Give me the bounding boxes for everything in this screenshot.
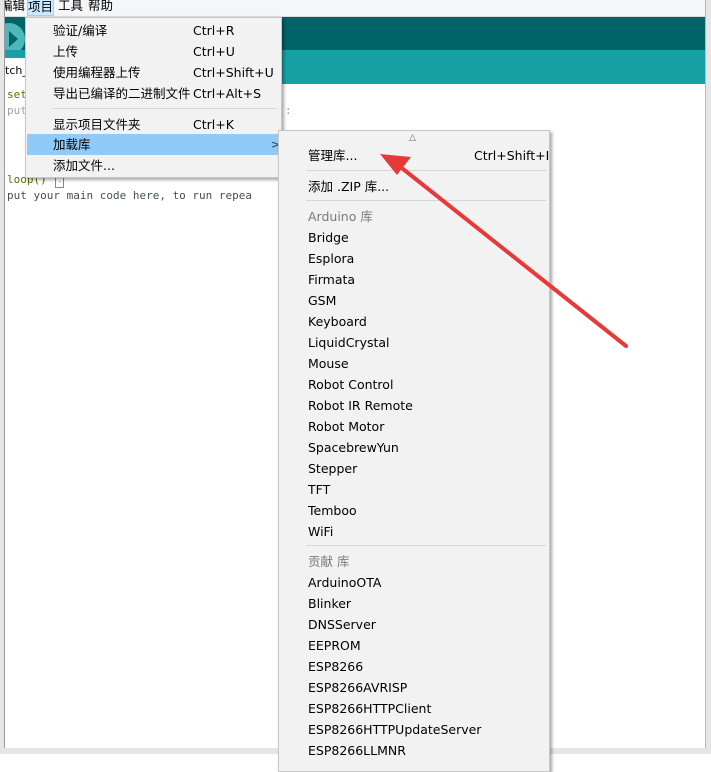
library-item[interactable]: Blinker [280,593,548,614]
menu-separator [306,170,546,171]
library-item-label: DNSServer [308,617,376,632]
menu-item-shortcut: Ctrl+U [193,44,235,59]
menu-item-upload[interactable]: 上传 Ctrl+U [27,41,280,62]
menu-item-include-library[interactable]: 加载库 > [27,134,280,155]
fold-icon[interactable]: - [55,177,65,188]
menu-item-show-folder[interactable]: 显示项目文件夹 Ctrl+K [27,114,280,135]
menu-project[interactable]: 项目 [27,0,55,16]
library-item-label: LiquidCrystal [308,335,390,350]
library-item[interactable]: Esplora [280,248,548,269]
section-header-label: Arduino 库 [308,209,373,224]
window-frame-right [706,0,711,754]
section-header-label: 贡献 库 [308,554,350,569]
menu-item-label: 添加 .ZIP 库... [308,179,390,194]
library-item[interactable]: SpacebrewYun [280,437,548,458]
code-line-setup: set [7,88,27,101]
library-item-label: TFT [308,482,331,497]
menu-tools[interactable]: 工具 [58,0,83,14]
library-item[interactable]: Firmata [280,269,548,290]
library-item-label: ArduinoOTA [308,575,382,590]
library-item[interactable]: ESP8266LLMNR [280,740,548,761]
menu-item-label: 添加文件... [53,158,115,173]
menu-item-shortcut: Ctrl+Alt+S [193,86,262,101]
library-item-label: Robot IR Remote [308,398,413,413]
project-menu: 验证/编译 Ctrl+R 上传 Ctrl+U 使用编程器上传 Ctrl+Shif… [25,17,282,178]
library-item[interactable]: WiFi [280,521,548,542]
library-item[interactable]: Robot Motor [280,416,548,437]
library-item[interactable]: ESP8266AVRISP [280,677,548,698]
menu-item-add-file[interactable]: 添加文件... [27,155,280,176]
sketch-tab[interactable]: tch_ [5,58,27,84]
library-item-label: ESP8266 [308,659,364,674]
library-item-label: Blinker [308,596,352,611]
library-item[interactable]: Bridge [280,227,548,248]
library-item[interactable]: Robot IR Remote [280,395,548,416]
menu-item-manage-libraries[interactable]: 管理库... Ctrl+Shift+I [280,145,550,166]
window-frame-left-edge [4,0,5,754]
code-line-loop-comment: put your main code here, to run repea [7,189,253,202]
library-item-label: Stepper [308,461,358,476]
library-item-label: Esplora [308,251,355,266]
contributed-libraries-header: 贡献 库 [280,551,548,572]
library-item-label: Mouse [308,356,349,371]
code-line-setup-comment: put [7,104,27,117]
menu-item-label: 使用编程器上传 [53,65,141,80]
code-line-setup-comment-tail: : [285,104,292,117]
menu-item-label: 上传 [53,44,79,59]
library-item-label: Robot Control [308,377,394,392]
menu-item-label: 验证/编译 [53,23,108,38]
menu-item-export-binary[interactable]: 导出已编译的二进制文件 Ctrl+Alt+S [27,83,280,104]
library-item-label: Firmata [308,272,356,287]
library-item-label: ESP8266LLMNR [308,743,406,758]
menu-item-add-zip[interactable]: 添加 .ZIP 库... [280,176,548,197]
scroll-up-icon[interactable]: △ [409,133,416,143]
library-item[interactable]: ArduinoOTA [280,572,548,593]
menu-separator [306,200,546,201]
library-item-label: SpacebrewYun [308,440,399,455]
menu-item-shortcut: Ctrl+R [193,23,235,38]
library-item-label: Keyboard [308,314,367,329]
menu-item-shortcut: Ctrl+Shift+I [474,148,550,163]
menu-item-label: 显示项目文件夹 [53,117,141,132]
menu-bar: 编辑 项目 工具 帮助 [0,0,706,17]
library-item[interactable]: EEPROM [280,635,548,656]
library-submenu: △ 管理库... Ctrl+Shift+I 添加 .ZIP 库... Ardui… [278,130,550,772]
library-item-label: GSM [308,293,337,308]
library-item-label: ESP8266AVRISP [308,680,408,695]
menu-item-label: 导出已编译的二进制文件 [53,86,191,101]
library-item[interactable]: ESP8266HTTPClient [280,698,548,719]
menu-help[interactable]: 帮助 [88,0,113,14]
library-item-label: EEPROM [308,638,361,653]
library-item[interactable]: Stepper [280,458,548,479]
library-item[interactable]: Mouse [280,353,548,374]
library-item[interactable]: DNSServer [280,614,548,635]
library-item[interactable]: Keyboard [280,311,548,332]
library-item[interactable]: Robot Control [280,374,548,395]
library-item[interactable]: GSM [280,290,548,311]
menu-item-upload-programmer[interactable]: 使用编程器上传 Ctrl+Shift+U [27,62,280,83]
library-item-label: Robot Motor [308,419,385,434]
menu-item-verify[interactable]: 验证/编译 Ctrl+R [27,20,280,41]
menu-item-label: 管理库... [308,148,358,163]
library-item[interactable]: Temboo [280,500,548,521]
arduino-libraries-header: Arduino 库 [280,206,548,227]
library-item-label: ESP8266HTTPUpdateServer [308,722,482,737]
library-item[interactable]: TFT [280,479,548,500]
library-item-label: ESP8266HTTPClient [308,701,432,716]
library-item-label: WiFi [308,524,334,539]
library-item[interactable]: ESP8266 [280,656,548,677]
menu-separator [52,108,277,109]
library-item[interactable]: ESP8266HTTPUpdateServer [280,719,548,740]
menu-item-shortcut: Ctrl+Shift+U [193,65,274,80]
menu-item-label: 加载库 [53,137,91,152]
menu-separator [306,545,546,546]
library-item-label: Bridge [308,230,349,245]
library-item[interactable]: LiquidCrystal [280,332,548,353]
library-item-label: Temboo [308,503,357,518]
menu-item-shortcut: Ctrl+K [193,117,234,132]
